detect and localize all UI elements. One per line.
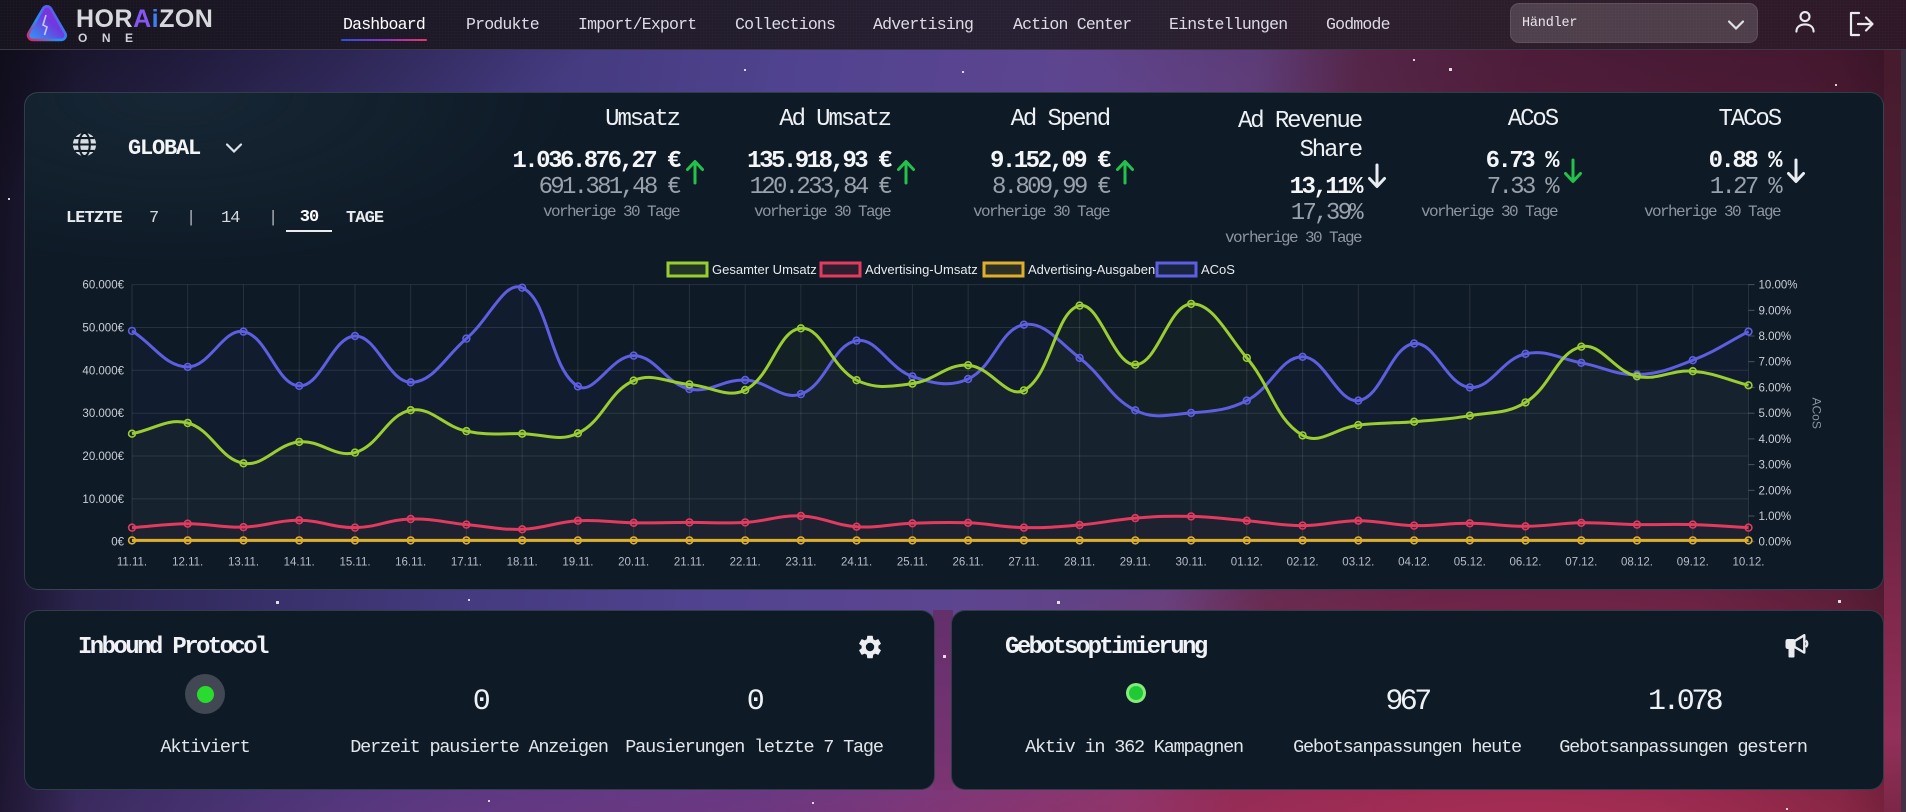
- svg-text:4.00%: 4.00%: [1759, 434, 1792, 446]
- svg-text:02.12.: 02.12.: [1287, 557, 1319, 569]
- svg-text:5.00%: 5.00%: [1759, 408, 1792, 420]
- svg-text:12.11.: 12.11.: [172, 557, 203, 569]
- svg-text:50.000€: 50.000€: [82, 323, 124, 335]
- svg-text:3.00%: 3.00%: [1759, 460, 1792, 472]
- svg-text:20.000€: 20.000€: [82, 451, 124, 463]
- svg-text:30.11.: 30.11.: [1176, 557, 1207, 569]
- svg-text:Advertising-Ausgaben: Advertising-Ausgaben: [1028, 262, 1155, 277]
- svg-text:17.11.: 17.11.: [451, 557, 482, 569]
- svg-text:04.12.: 04.12.: [1398, 557, 1430, 569]
- svg-text:2.00%: 2.00%: [1759, 485, 1792, 497]
- svg-text:8.00%: 8.00%: [1759, 331, 1792, 343]
- svg-text:40.000€: 40.000€: [82, 365, 124, 377]
- svg-text:09.12.: 09.12.: [1677, 557, 1709, 569]
- svg-text:15.11.: 15.11.: [339, 557, 370, 569]
- svg-text:13.11.: 13.11.: [228, 557, 259, 569]
- svg-text:11.11.: 11.11.: [117, 557, 147, 569]
- svg-text:Advertising-Umsatz: Advertising-Umsatz: [865, 262, 978, 277]
- svg-text:7.00%: 7.00%: [1759, 357, 1792, 369]
- svg-text:06.12.: 06.12.: [1510, 557, 1542, 569]
- svg-text:08.12.: 08.12.: [1621, 557, 1653, 569]
- svg-text:ACoS: ACoS: [1201, 262, 1235, 277]
- svg-text:14.11.: 14.11.: [284, 557, 315, 569]
- svg-text:01.12.: 01.12.: [1231, 557, 1263, 569]
- svg-text:26.11.: 26.11.: [953, 557, 984, 569]
- svg-text:1.00%: 1.00%: [1759, 511, 1792, 523]
- svg-text:22.11.: 22.11.: [730, 557, 761, 569]
- svg-text:0€: 0€: [111, 537, 124, 549]
- svg-text:19.11.: 19.11.: [562, 557, 593, 569]
- svg-text:10.000€: 10.000€: [82, 494, 124, 506]
- svg-text:28.11.: 28.11.: [1064, 557, 1095, 569]
- svg-text:27.11.: 27.11.: [1008, 557, 1039, 569]
- svg-text:03.12.: 03.12.: [1342, 557, 1374, 569]
- svg-text:10.12.: 10.12.: [1733, 557, 1765, 569]
- svg-text:9.00%: 9.00%: [1759, 305, 1792, 317]
- svg-text:6.00%: 6.00%: [1759, 382, 1792, 394]
- svg-text:60.000€: 60.000€: [82, 280, 124, 292]
- svg-text:25.11.: 25.11.: [897, 557, 928, 569]
- svg-text:05.12.: 05.12.: [1454, 557, 1486, 569]
- svg-text:10.00%: 10.00%: [1759, 280, 1798, 292]
- svg-text:20.11.: 20.11.: [618, 557, 649, 569]
- svg-text:23.11.: 23.11.: [785, 557, 816, 569]
- svg-text:07.12.: 07.12.: [1565, 557, 1597, 569]
- svg-text:Gesamter Umsatz: Gesamter Umsatz: [712, 262, 817, 277]
- svg-text:ACoS: ACoS: [1810, 398, 1824, 429]
- svg-text:30.000€: 30.000€: [82, 408, 124, 420]
- svg-text:18.11.: 18.11.: [507, 557, 538, 569]
- svg-text:21.11.: 21.11.: [674, 557, 705, 569]
- svg-text:0.00%: 0.00%: [1759, 537, 1792, 549]
- svg-text:29.11.: 29.11.: [1120, 557, 1151, 569]
- svg-text:24.11.: 24.11.: [841, 557, 872, 569]
- svg-text:16.11.: 16.11.: [395, 557, 426, 569]
